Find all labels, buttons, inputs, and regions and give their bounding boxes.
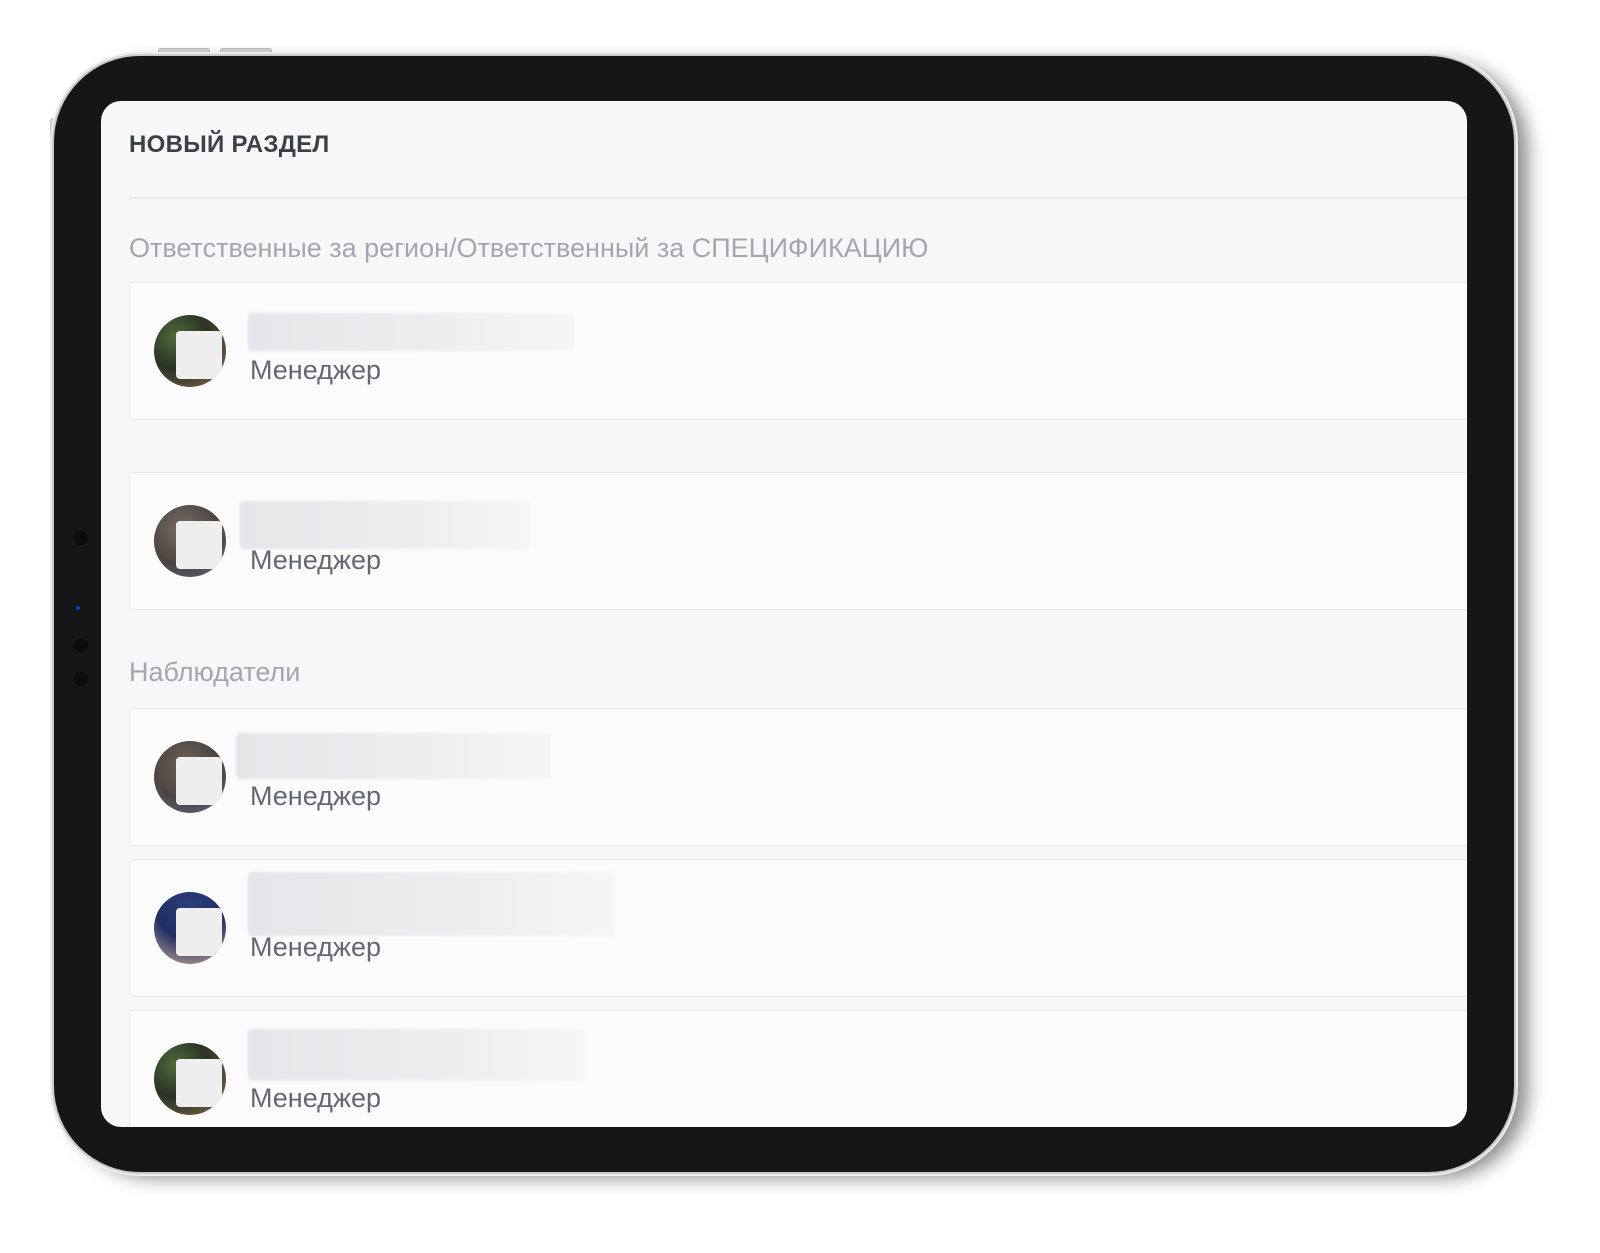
section-divider <box>129 197 1467 199</box>
camera-sensor-icon <box>74 531 88 545</box>
user-avatar-icon <box>154 892 226 964</box>
person-name-redacted <box>240 501 530 549</box>
observers-group-label: Наблюдатели <box>129 657 301 687</box>
person-card[interactable]: Менеджер <box>129 472 1467 610</box>
person-role: Менеджер <box>250 545 381 575</box>
user-avatar-icon <box>154 741 226 813</box>
person-card[interactable]: Менеджер <box>129 708 1467 846</box>
person-card[interactable]: Менеджер <box>129 859 1467 997</box>
camera-lens-icon <box>74 638 88 652</box>
user-avatar-icon <box>154 1043 226 1115</box>
person-role: Менеджер <box>250 781 381 811</box>
person-card[interactable]: Менеджер <box>129 1010 1467 1127</box>
person-name-redacted <box>236 733 550 779</box>
user-avatar-icon <box>154 315 226 387</box>
volume-up-button <box>158 48 210 56</box>
person-role: Менеджер <box>250 1083 381 1113</box>
person-card[interactable]: Менеджер <box>129 282 1467 420</box>
person-role: Менеджер <box>250 932 381 962</box>
person-name-redacted <box>248 313 574 351</box>
responsible-group-label: Ответственные за регион/Ответственный за… <box>129 233 929 263</box>
user-avatar-icon <box>154 505 226 577</box>
camera-indicator-icon <box>76 606 80 610</box>
volume-down-button <box>220 48 272 56</box>
proximity-sensor-icon <box>74 672 88 686</box>
tablet-screen: НОВЫЙ РАЗДЕЛ Ответственные за регион/Отв… <box>101 101 1467 1127</box>
person-role: Менеджер <box>250 355 381 385</box>
person-name-redacted <box>248 1029 584 1081</box>
section-title: НОВЫЙ РАЗДЕЛ <box>129 131 330 158</box>
person-name-redacted <box>248 872 614 936</box>
tablet-device-frame: НОВЫЙ РАЗДЕЛ Ответственные за регион/Отв… <box>54 56 1514 1172</box>
